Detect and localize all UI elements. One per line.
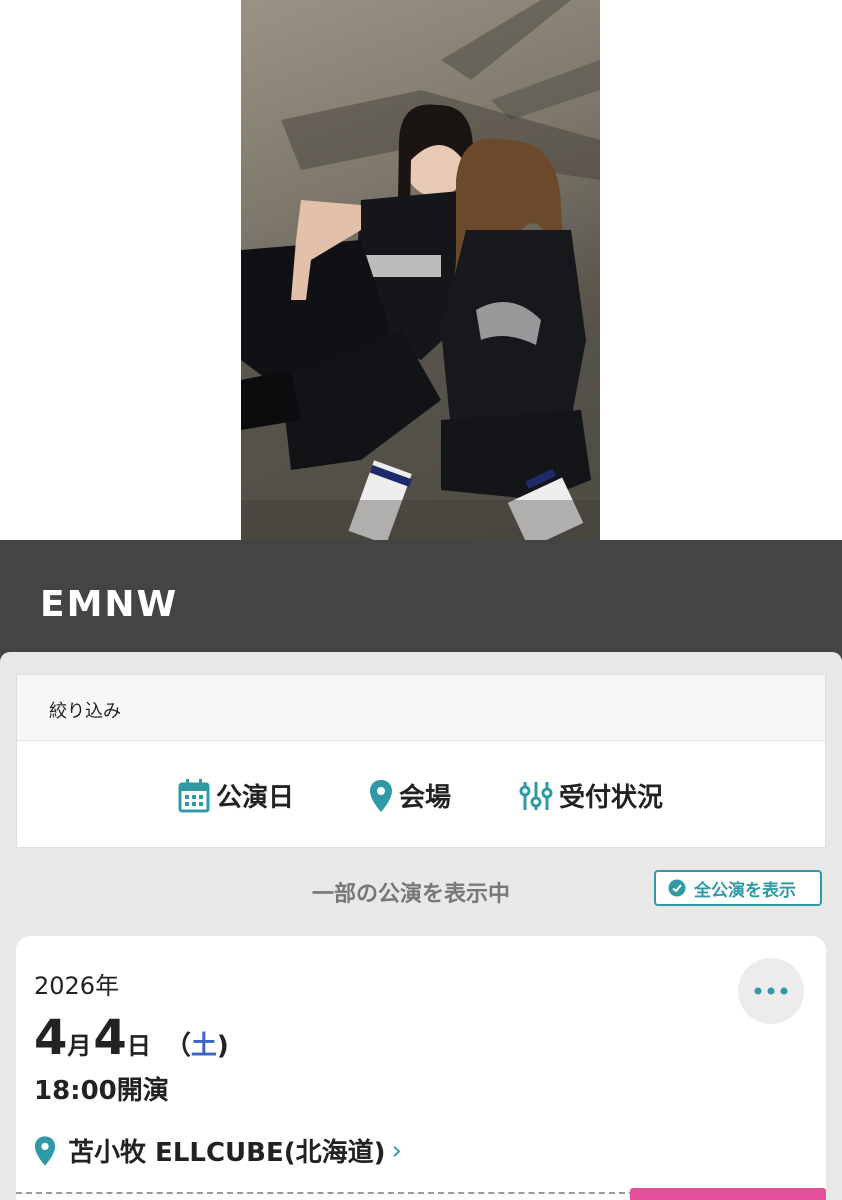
show-all-label: 全公演を表示	[694, 880, 796, 901]
weekday-close-paren: )	[216, 1031, 229, 1061]
event-month-unit: 月	[67, 1032, 92, 1060]
location-pin-icon	[370, 779, 392, 812]
artist-photo-illustration	[241, 0, 600, 540]
artist-header: EMNW	[0, 540, 842, 660]
filter-date-label: 公演日	[216, 783, 295, 813]
sliders-icon	[519, 781, 553, 810]
chevron-right-icon: ›	[391, 1135, 402, 1166]
event-year: 2026年	[34, 972, 120, 1000]
show-all-button[interactable]: 全公演を表示	[654, 870, 822, 906]
event-time: 18:00開演	[34, 1076, 169, 1106]
hero-section	[0, 0, 842, 540]
listing-info: 一部の公演を表示中 全公演を表示	[0, 870, 842, 910]
event-venue: 苫小牧 ELLCUBE(北海道)	[68, 1138, 386, 1168]
event-day: 4	[93, 1010, 127, 1066]
event-card[interactable]: 2026年 4 月 4 日 （土) 18:00開演 苫小牧 ELLCUBE(北海…	[16, 936, 826, 1200]
event-weekday: （土)	[165, 1025, 229, 1062]
events-panel: 絞り込み 公演日 会場 受付状況 一部の公演を表示中 全公演を表示 2026年 …	[0, 652, 842, 1200]
check-circle-icon	[668, 879, 686, 897]
event-month: 4	[34, 1010, 68, 1066]
filter-status[interactable]: 受付状況	[519, 777, 663, 814]
filter-date[interactable]: 公演日	[178, 777, 294, 814]
event-day-unit: 日	[126, 1032, 151, 1060]
artist-name: EMNW	[40, 584, 179, 625]
more-options-button[interactable]	[738, 958, 804, 1024]
venue-pin-icon	[34, 1135, 56, 1166]
filter-status-label: 受付状況	[559, 783, 664, 813]
calendar-icon	[178, 778, 210, 812]
filter-venue-label: 会場	[399, 783, 452, 813]
partial-listing-text: 一部の公演を表示中	[312, 882, 511, 907]
event-date: 4 月 4 日 （土)	[34, 1010, 229, 1066]
event-venue-link[interactable]: 苫小牧 ELLCUBE(北海道) ›	[34, 1132, 402, 1169]
filter-venue[interactable]: 会場	[369, 777, 451, 814]
filter-heading: 絞り込み	[49, 701, 121, 722]
filter-header: 絞り込み	[17, 675, 825, 741]
weekday-value: 土	[190, 1031, 217, 1061]
filter-panel: 絞り込み 公演日 会場 受付状況	[16, 674, 826, 848]
ellipsis-icon	[754, 987, 788, 995]
filter-options: 公演日 会場 受付状況	[17, 741, 825, 847]
weekday-open-paren: （	[164, 1031, 191, 1061]
ticket-status-tab[interactable]	[630, 1188, 826, 1200]
artist-photo	[241, 0, 600, 540]
